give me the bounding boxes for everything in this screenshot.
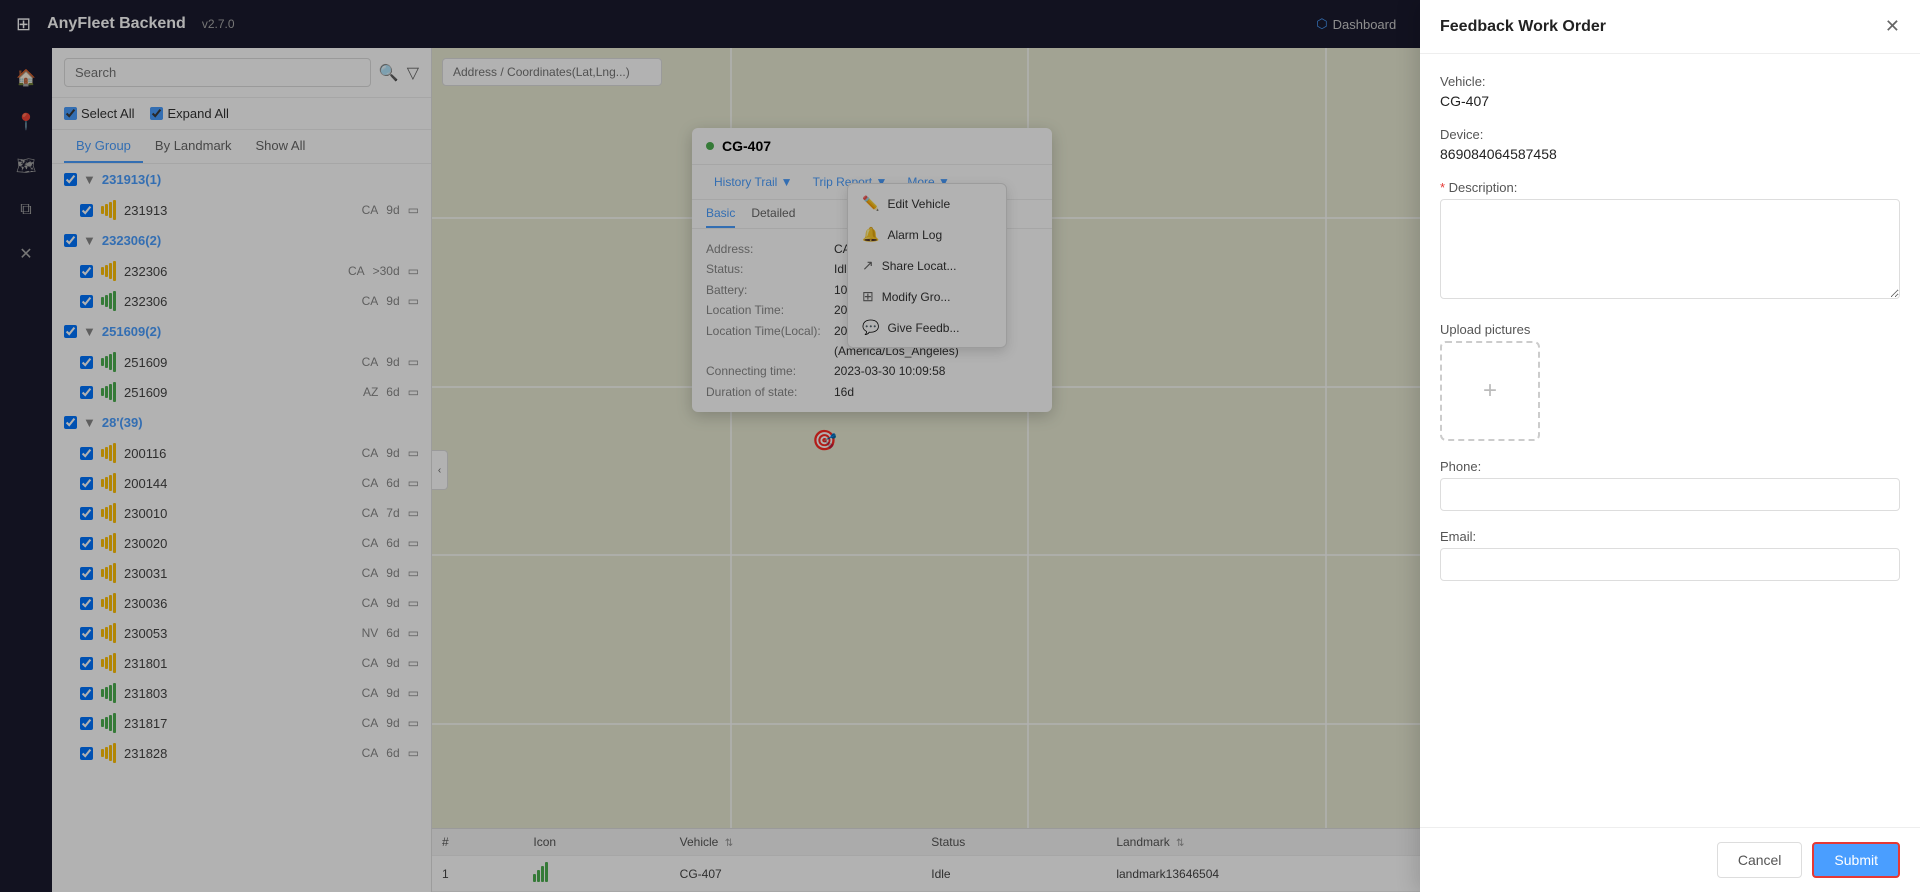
email-input[interactable] bbox=[1440, 548, 1900, 581]
phone-field: Phone: bbox=[1440, 459, 1900, 511]
description-field: * Description: bbox=[1440, 180, 1900, 304]
vehicle-field: Vehicle: CG-407 bbox=[1440, 74, 1900, 109]
vehicle-label: Vehicle: bbox=[1440, 74, 1900, 89]
feedback-work-order-modal: Feedback Work Order ✕ Vehicle: CG-407 De… bbox=[1420, 0, 1920, 892]
vehicle-value: CG-407 bbox=[1440, 93, 1900, 109]
device-field: Device: 869084064587458 bbox=[1440, 127, 1900, 162]
modal-close-button[interactable]: ✕ bbox=[1885, 16, 1900, 37]
upload-label: Upload pictures bbox=[1440, 322, 1900, 337]
device-label: Device: bbox=[1440, 127, 1900, 142]
upload-button[interactable]: + bbox=[1440, 341, 1540, 441]
modal-body: Vehicle: CG-407 Device: 869084064587458 … bbox=[1420, 54, 1920, 827]
modal-title: Feedback Work Order bbox=[1440, 18, 1606, 36]
device-value: 869084064587458 bbox=[1440, 146, 1900, 162]
phone-label: Phone: bbox=[1440, 459, 1900, 474]
required-star: * bbox=[1440, 180, 1449, 195]
description-input[interactable] bbox=[1440, 199, 1900, 299]
cancel-button[interactable]: Cancel bbox=[1717, 842, 1803, 878]
modal-header: Feedback Work Order ✕ bbox=[1420, 0, 1920, 54]
description-label: * Description: bbox=[1440, 180, 1900, 195]
phone-input[interactable] bbox=[1440, 478, 1900, 511]
email-label: Email: bbox=[1440, 529, 1900, 544]
upload-field: Upload pictures + bbox=[1440, 322, 1900, 441]
submit-button[interactable]: Submit bbox=[1812, 842, 1900, 878]
email-field: Email: bbox=[1440, 529, 1900, 581]
modal-footer: Cancel Submit bbox=[1420, 827, 1920, 892]
